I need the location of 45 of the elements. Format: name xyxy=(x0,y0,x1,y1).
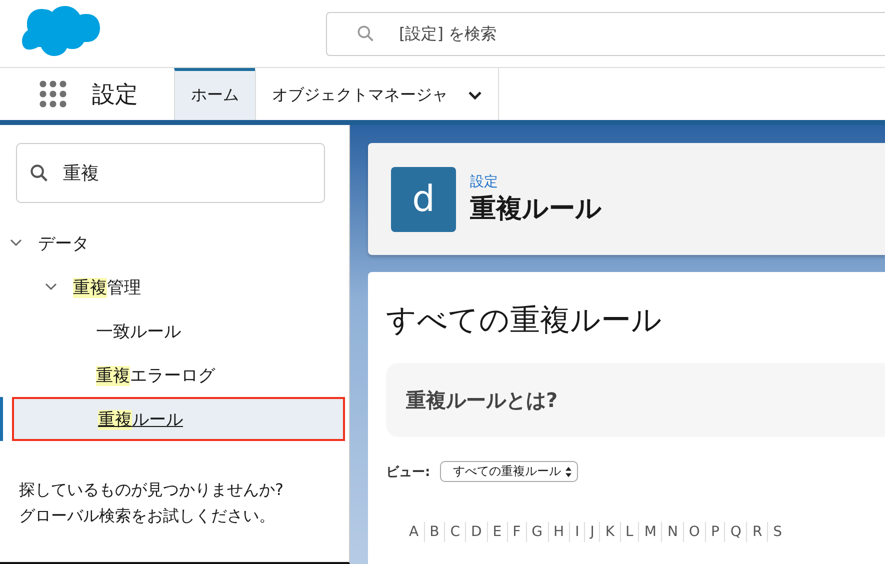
view-select[interactable]: すべての重複ルール xyxy=(440,461,578,482)
help-text: 探しているものが見つかりませんか? グローバル検索をお試しください。 xyxy=(19,479,284,527)
tree-item[interactable]: 一致ルール xyxy=(0,309,349,353)
selection-bar xyxy=(0,397,3,441)
letter-link[interactable]: M xyxy=(639,524,662,540)
letter-link[interactable]: S xyxy=(768,524,788,540)
letter-link[interactable]: I xyxy=(570,524,584,540)
letter-link[interactable]: B xyxy=(424,524,444,540)
letter-link[interactable]: K xyxy=(600,524,620,540)
letter-link[interactable]: C xyxy=(445,524,465,540)
letter-link[interactable]: E xyxy=(488,524,507,540)
letter-link[interactable]: P xyxy=(706,524,724,540)
search-icon xyxy=(357,24,374,42)
app-launcher-icon[interactable] xyxy=(38,79,68,109)
nav-tab[interactable]: オブジェクトマネージャ xyxy=(255,68,498,120)
letter-link[interactable]: L xyxy=(620,524,638,540)
letter-link[interactable]: Q xyxy=(725,524,746,540)
updown-arrows-icon xyxy=(565,466,572,478)
chevron-down-icon[interactable] xyxy=(10,239,22,247)
letter-link[interactable]: A xyxy=(404,524,424,540)
object-icon: d xyxy=(391,166,456,232)
chevron-down-icon xyxy=(468,91,482,100)
tree-item[interactable]: 重複管理 xyxy=(0,265,349,309)
search-icon xyxy=(30,164,48,182)
letter-link[interactable]: H xyxy=(548,524,570,540)
tree-item[interactable]: データ xyxy=(0,221,349,265)
letter-link[interactable]: O xyxy=(684,524,705,540)
info-heading: 重複ルールとは? xyxy=(406,386,558,414)
page-header-title: 重複ルール xyxy=(470,192,602,226)
letter-link[interactable]: N xyxy=(662,524,683,540)
chevron-down-icon[interactable] xyxy=(45,283,57,291)
search-field[interactable]: 重複 xyxy=(16,143,325,203)
breadcrumb-link[interactable]: 設定 xyxy=(470,172,602,190)
letter-link[interactable]: F xyxy=(508,524,526,540)
letter-link[interactable]: G xyxy=(526,524,548,540)
page-title: すべての重複ルール xyxy=(386,302,663,340)
letter-link[interactable]: R xyxy=(747,524,768,540)
search-field[interactable]: [設定] を検索 xyxy=(326,12,885,56)
view-label: ビュー: xyxy=(386,464,430,480)
info-box[interactable]: 重複ルールとは? xyxy=(386,363,885,437)
tree-item[interactable]: 重複エラーログ xyxy=(0,353,349,397)
letter-link[interactable]: D xyxy=(466,524,487,540)
letter-link[interactable]: J xyxy=(585,524,600,540)
app-title: 設定 xyxy=(92,80,138,110)
nav-tab[interactable]: ホーム xyxy=(174,68,255,120)
